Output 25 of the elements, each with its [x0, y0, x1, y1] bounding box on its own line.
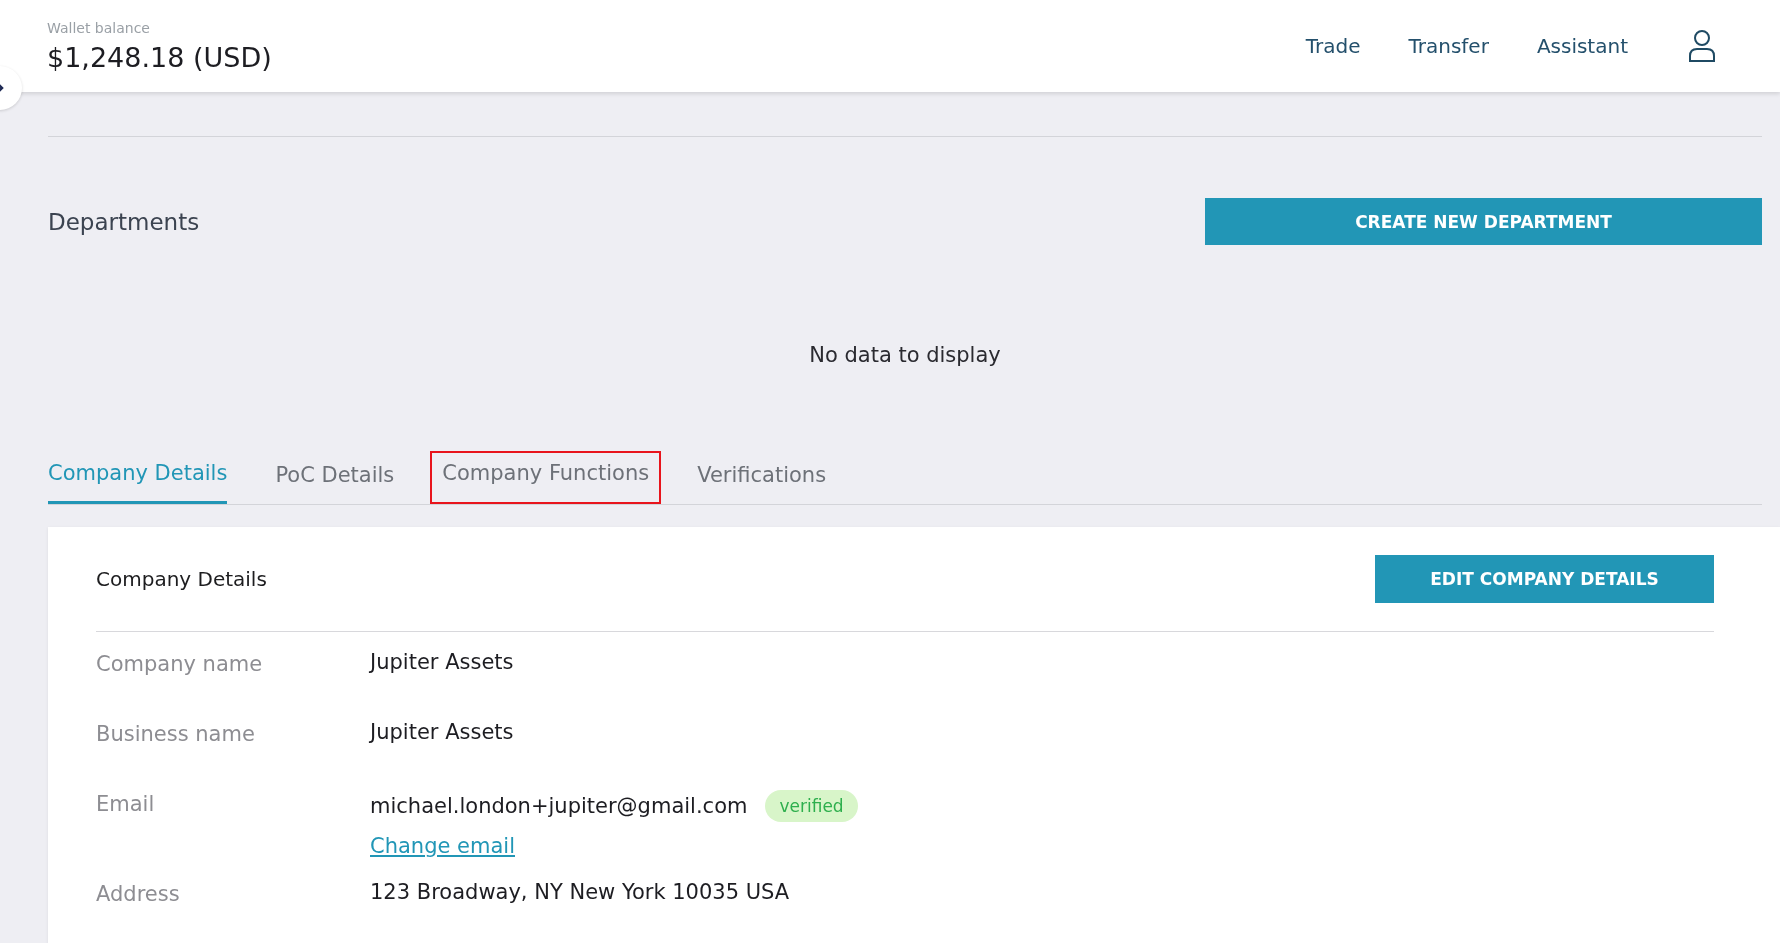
field-label: Address [96, 881, 181, 908]
tab[interactable]: Company Functions [430, 451, 662, 504]
field-label: Email [96, 791, 156, 818]
field-value: michael.london+jupiter@gmail.com [370, 794, 748, 818]
nav-link[interactable]: Assistant [1536, 34, 1628, 58]
nav-link[interactable]: Transfer [1408, 34, 1489, 58]
wallet-balance: $1,248.18 (USD) [47, 41, 272, 73]
tab[interactable]: Verifications [695, 451, 829, 504]
user-icon[interactable] [1688, 29, 1716, 63]
field-label: Business name [96, 721, 256, 748]
field-label: Company name [96, 651, 264, 678]
create-department-button[interactable]: CREATE NEW DEPARTMENT [1205, 198, 1762, 245]
change-email-link[interactable]: Change email [370, 834, 515, 858]
tab[interactable]: PoC Details [273, 451, 397, 504]
field-value: Jupiter Assets [370, 720, 514, 744]
field-value: 123 Broadway, NY New York 10035 USA [370, 880, 790, 904]
section-title: Departments [48, 208, 200, 235]
field-value: Jupiter Assets [370, 650, 514, 674]
tab[interactable]: Company Details [48, 451, 228, 504]
nav-link[interactable]: Trade [1305, 34, 1361, 58]
edit-details-button[interactable]: EDIT COMPANY DETAILS [1375, 555, 1714, 603]
empty-message: No data to display [808, 343, 1002, 367]
status-badge: verified [765, 790, 858, 822]
wallet-label: Wallet balance [47, 19, 151, 36]
card-title: Company Details [96, 567, 267, 591]
